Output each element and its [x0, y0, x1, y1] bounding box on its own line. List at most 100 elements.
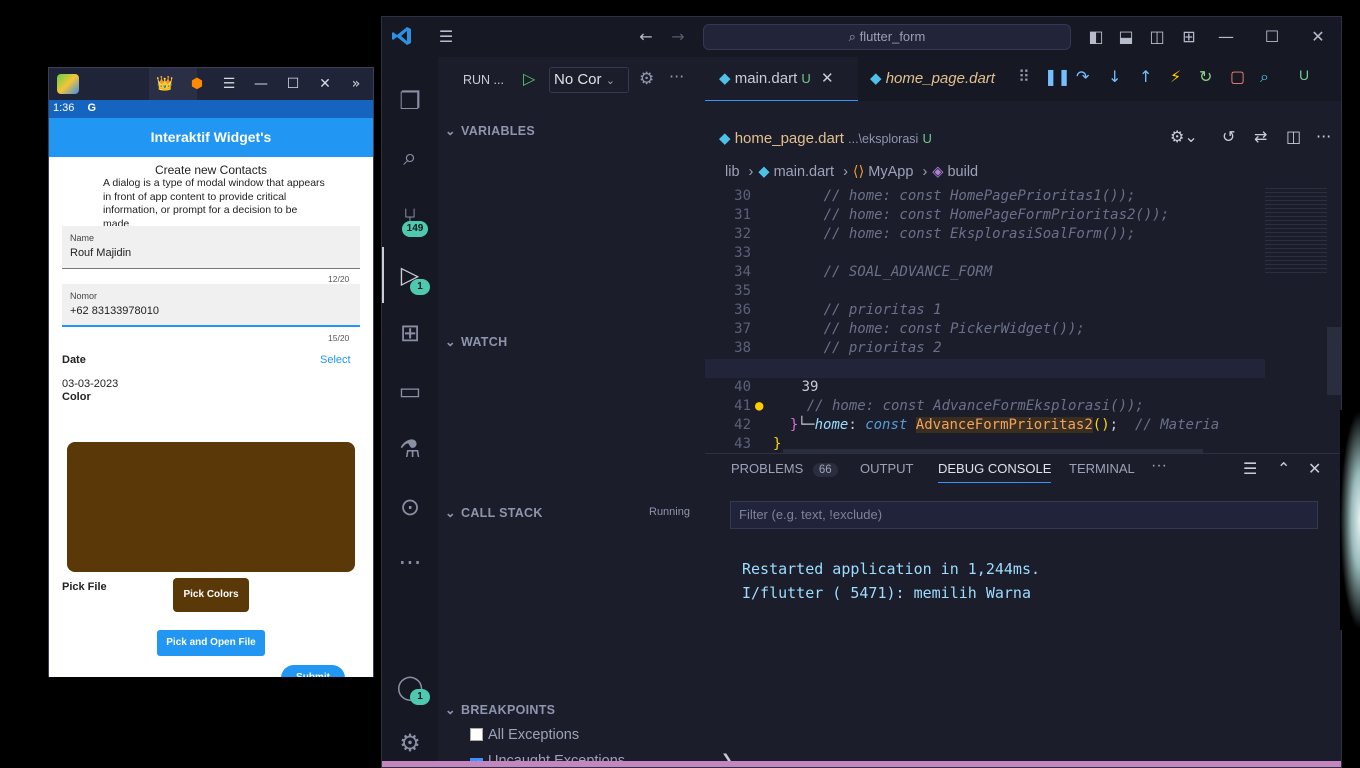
nomor-field[interactable]: Nomor +62 83133978010 — [62, 284, 360, 327]
sub-tab-home-page[interactable]: ◆ home_page.dart ...\eksplorasi U — [719, 129, 932, 147]
step-over-icon[interactable]: ↷ — [1076, 67, 1089, 86]
debug-settings-gear-icon[interactable]: ⚙ — [639, 69, 654, 89]
breadcrumb-lib[interactable]: lib — [725, 164, 740, 180]
color-preview — [67, 442, 355, 572]
call-stack-section-header[interactable]: ⌄ CALL STACK — [445, 505, 543, 520]
watch-section-header[interactable]: ⌄ WATCH — [445, 334, 507, 349]
menu-icon[interactable]: ☰ — [218, 74, 240, 94]
status-time: 1:36 — [53, 102, 75, 114]
debug-config-select[interactable]: No Cor ⌄ — [549, 67, 629, 93]
timeline-icon[interactable]: ↺ — [1222, 127, 1235, 146]
toggle-panel-icon[interactable]: ⬓ — [1114, 25, 1138, 49]
debug-badge: 1 — [410, 279, 430, 295]
tab-output[interactable]: OUTPUT — [860, 461, 913, 476]
compare-changes-icon[interactable]: ⇄ — [1254, 127, 1267, 146]
close-tab-icon[interactable]: ✕ — [821, 70, 834, 87]
pause-icon[interactable]: ❚❚ — [1044, 67, 1071, 86]
checkbox[interactable] — [470, 728, 483, 741]
date-value: 03-03-2023 — [62, 378, 119, 390]
google-icon: G — [87, 102, 97, 114]
tab-main-dart[interactable]: ◆ main.dart U ✕ — [705, 57, 858, 101]
back-arrow-icon[interactable]: ← — [634, 25, 658, 49]
hex-badge-icon[interactable]: ⬢ — [186, 74, 208, 94]
toggle-secondary-sidebar-icon[interactable]: ◫ — [1145, 25, 1169, 49]
forward-arrow-icon[interactable]: → — [666, 25, 690, 49]
current-code-line: 39 ● └─home: const AdvanceFormPrioritas2… — [705, 359, 1265, 433]
toggle-sidebar-icon[interactable]: ◧ — [1084, 25, 1108, 49]
name-counter: 12/20 — [328, 274, 350, 284]
nomor-field-value: +62 83133978010 — [70, 305, 160, 317]
breakpoints-section-header[interactable]: ⌄ BREAKPOINTS — [445, 702, 555, 717]
crown-icon[interactable]: 👑 — [154, 74, 176, 94]
more-actions-icon[interactable]: ··· — [1316, 127, 1331, 146]
customize-layout-icon[interactable]: ⊞ — [1177, 25, 1201, 49]
window-minimize-icon[interactable]: — — [1214, 25, 1238, 49]
more-actions-icon[interactable]: ··· — [669, 67, 684, 86]
maximize-icon[interactable]: ☐ — [282, 74, 304, 94]
pick-open-file-button[interactable]: Pick and Open File — [157, 630, 265, 656]
name-field-value: Rouf Majidin — [70, 247, 132, 259]
tab-terminal[interactable]: TERMINAL — [1069, 461, 1135, 476]
problems-count-badge: 66 — [812, 463, 838, 477]
breadcrumb-build[interactable]: build — [947, 164, 978, 180]
console-line: Restarted application in 1,244ms. — [742, 560, 1041, 578]
hot-reload-icon[interactable]: ⚡ — [1170, 67, 1181, 86]
pick-colors-button[interactable]: Pick Colors — [173, 578, 249, 612]
window-maximize-icon[interactable]: ☐ — [1260, 25, 1284, 49]
expand-sidebar-icon[interactable]: » — [345, 74, 367, 94]
menu-icon[interactable]: ☰ — [434, 25, 458, 49]
dart-file-icon: ◆ — [719, 130, 731, 147]
clear-console-icon[interactable]: ☰ — [1243, 459, 1257, 478]
minimap[interactable] — [1265, 185, 1327, 275]
step-out-icon[interactable]: ↑ — [1139, 67, 1152, 86]
submit-button[interactable]: Submit — [281, 665, 345, 677]
breakpoint-all-exceptions[interactable]: All Exceptions — [470, 727, 579, 743]
method-icon: ◈ — [932, 164, 944, 180]
panel-more-icon[interactable]: ··· — [1151, 457, 1167, 475]
explorer-icon[interactable]: ❐ — [382, 73, 438, 129]
maximize-panel-icon[interactable]: ⌃ — [1277, 459, 1290, 478]
step-into-icon[interactable]: ↓ — [1108, 67, 1121, 86]
drag-handle-icon[interactable]: ⠿ — [1018, 67, 1030, 86]
more-icon[interactable]: ··· — [382, 535, 438, 591]
run-debug-dropdown-icon[interactable]: ⚙⌄ — [1170, 127, 1198, 146]
close-panel-icon[interactable]: ✕ — [1308, 459, 1321, 478]
restart-icon[interactable]: ↻ — [1199, 67, 1212, 86]
stop-icon[interactable]: ▢ — [1230, 67, 1245, 86]
breadcrumb-myapp[interactable]: MyApp — [868, 164, 913, 180]
tab-home-page-dart[interactable]: ◆ home_page.dart — [870, 57, 995, 101]
tab-problems[interactable]: PROBLEMS 66 — [731, 461, 838, 477]
devtools-search-icon[interactable]: ⌕ — [1260, 67, 1269, 87]
remote-explorer-icon[interactable]: ▭ — [382, 363, 438, 419]
extensions-icon[interactable]: ⊞ — [382, 305, 438, 361]
date-select-button[interactable]: Select — [320, 354, 351, 366]
name-field-label: Name — [70, 233, 95, 243]
phone-screen: 1:36 G Interaktif Widget's Create new Co… — [49, 100, 373, 677]
editor-area: ◆ main.dart U ✕ ◆ home_page.dart ⠿ ❚❚ ↷ … — [705, 57, 1341, 461]
run-view-title: RUN ... — [463, 73, 504, 87]
start-debug-play-icon[interactable]: ▷ — [523, 69, 535, 88]
search-icon[interactable]: ⌕ — [382, 129, 438, 185]
breadcrumb-main-dart[interactable]: main.dart — [774, 164, 834, 180]
account-icon[interactable]: ◯ — [382, 659, 438, 715]
date-label: Date — [62, 354, 86, 366]
tab-debug-console[interactable]: DEBUG CONSOLE — [938, 461, 1052, 483]
app-bar-title: Interaktif Widget's — [49, 118, 373, 157]
window-close-icon[interactable]: ✕ — [1306, 25, 1330, 49]
testing-icon[interactable]: ⚗ — [382, 421, 438, 477]
search-label: flutter_form — [859, 29, 926, 44]
dialog-title: Create new Contacts — [154, 163, 268, 177]
code-view[interactable]: 30 // home: const HomePagePrioritas1());… — [705, 187, 1265, 455]
console-filter-input[interactable]: Filter (e.g. text, !exclude) — [730, 501, 1318, 529]
command-center-search[interactable]: ⌕ flutter_form — [703, 24, 1071, 50]
run-debug-icon[interactable]: ▷ — [382, 247, 438, 303]
close-icon[interactable]: ✕ — [314, 74, 336, 94]
search-icon: ⌕ — [848, 29, 860, 44]
name-field[interactable]: Name Rouf Majidin — [62, 226, 360, 269]
minimize-icon[interactable]: — — [250, 74, 272, 94]
split-editor-icon[interactable]: ◫ — [1286, 127, 1301, 146]
git-graph-icon[interactable]: ⊙ — [382, 479, 438, 535]
variables-section-header[interactable]: ⌄ VARIABLES — [445, 123, 535, 138]
vertical-scrollbar[interactable] — [1327, 327, 1341, 395]
chevron-down-icon: ⌄ — [445, 506, 456, 520]
